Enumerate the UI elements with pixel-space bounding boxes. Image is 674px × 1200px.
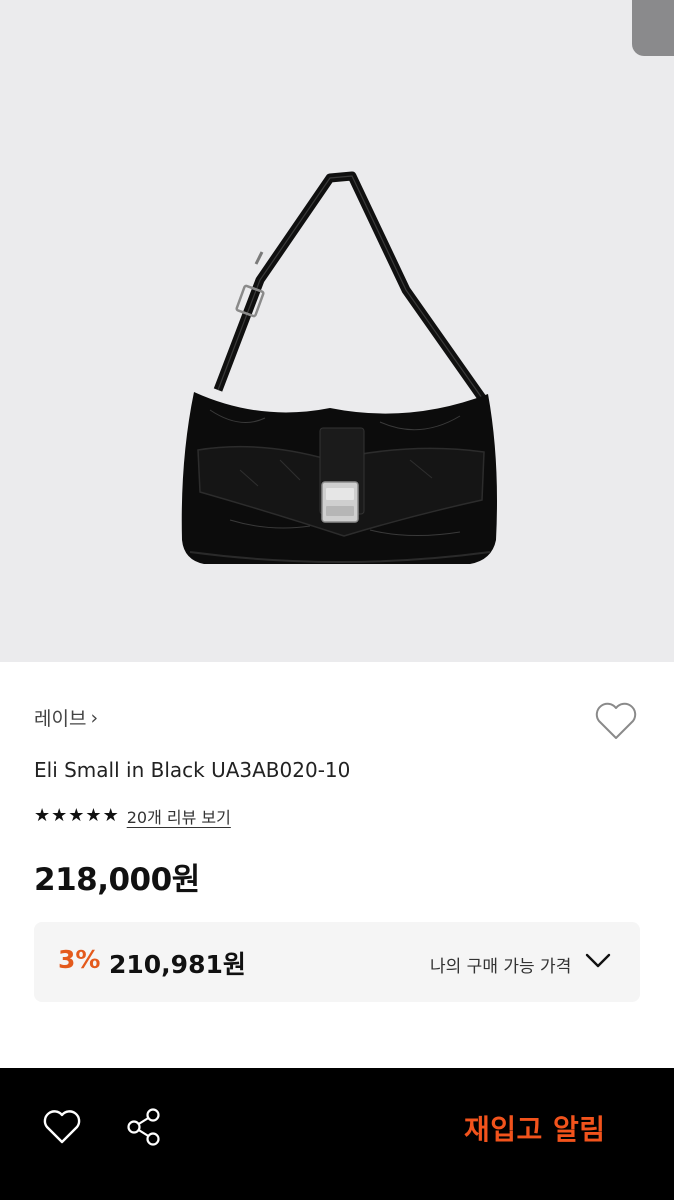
heart-outline-icon[interactable] (593, 700, 639, 742)
chevron-down-icon[interactable] (583, 948, 613, 972)
rating-stars: ★ ★ ★ ★ ★ (34, 806, 119, 826)
discount-price: 210,981원 (109, 950, 246, 979)
shoulder-bag-image (181, 171, 497, 564)
star-icon: ★ (51, 805, 68, 826)
product-info-section: 레이브 › Eli Small in Black UA3AB020-10 ★ ★… (0, 662, 674, 1068)
restock-alert-button[interactable]: 재입고 알림 (464, 1108, 606, 1148)
discount-rate: 3% (58, 945, 101, 974)
my-price-box[interactable]: 3% 210,981원 나의 구매 가능 가격 (34, 922, 640, 1002)
brand-link[interactable]: 레이브 › (34, 704, 98, 731)
share-icon[interactable] (124, 1106, 164, 1148)
chevron-right-icon: › (90, 706, 99, 729)
review-link[interactable]: 20개 리뷰 보기 (127, 804, 231, 828)
original-price: 218,000원 (34, 862, 200, 898)
star-icon: ★ (68, 805, 85, 826)
my-price-label: 나의 구매 가능 가격 (430, 957, 572, 977)
heart-outline-icon[interactable] (42, 1108, 82, 1146)
rating-row: ★ ★ ★ ★ ★ 20개 리뷰 보기 (34, 804, 231, 828)
star-icon: ★ (85, 805, 102, 826)
image-overlay-tab[interactable] (632, 0, 674, 56)
product-image-area[interactable] (0, 0, 674, 662)
star-icon: ★ (34, 805, 51, 826)
star-icon: ★ (102, 805, 119, 826)
brand-name: 레이브 (34, 708, 87, 730)
product-title: Eli Small in Black UA3AB020-10 (34, 758, 351, 782)
bottom-action-bar: 재입고 알림 (0, 1068, 674, 1200)
